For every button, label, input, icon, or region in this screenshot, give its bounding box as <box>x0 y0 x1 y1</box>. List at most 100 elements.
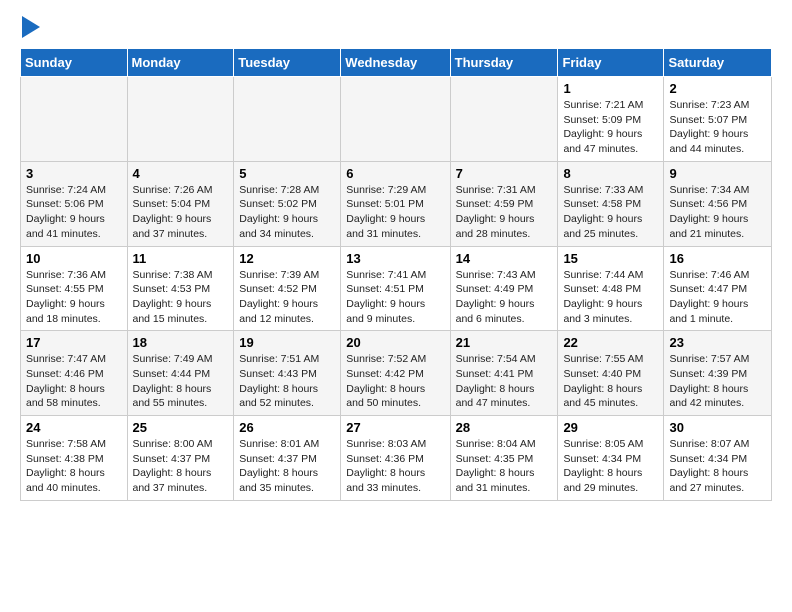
day-number: 17 <box>26 335 122 350</box>
day-number: 10 <box>26 251 122 266</box>
calendar-cell <box>234 77 341 162</box>
day-info: Sunrise: 7:43 AM Sunset: 4:49 PM Dayligh… <box>456 268 553 327</box>
calendar-cell: 9 Sunrise: 7:34 AM Sunset: 4:56 PM Daylig… <box>664 161 772 246</box>
calendar-cell: 23 Sunrise: 7:57 AM Sunset: 4:39 PM Dayli… <box>664 331 772 416</box>
calendar-cell: 11 Sunrise: 7:38 AM Sunset: 4:53 PM Dayli… <box>127 246 234 331</box>
day-info: Sunrise: 7:57 AM Sunset: 4:39 PM Dayligh… <box>669 352 766 411</box>
calendar-cell <box>450 77 558 162</box>
day-info: Sunrise: 7:33 AM Sunset: 4:58 PM Dayligh… <box>563 183 658 242</box>
day-number: 24 <box>26 420 122 435</box>
calendar-cell: 29 Sunrise: 8:05 AM Sunset: 4:34 PM Dayli… <box>558 416 664 501</box>
day-number: 27 <box>346 420 444 435</box>
day-info: Sunrise: 7:31 AM Sunset: 4:59 PM Dayligh… <box>456 183 553 242</box>
day-info: Sunrise: 8:01 AM Sunset: 4:37 PM Dayligh… <box>239 437 335 496</box>
day-number: 16 <box>669 251 766 266</box>
calendar-cell: 20 Sunrise: 7:52 AM Sunset: 4:42 PM Dayli… <box>341 331 450 416</box>
calendar-cell: 13 Sunrise: 7:41 AM Sunset: 4:51 PM Dayli… <box>341 246 450 331</box>
weekday-header-tuesday: Tuesday <box>234 49 341 77</box>
day-number: 22 <box>563 335 658 350</box>
calendar-cell: 2Sunrise: 7:23 AM Sunset: 5:07 PM Daylig… <box>664 77 772 162</box>
weekday-header-saturday: Saturday <box>664 49 772 77</box>
calendar-cell: 27 Sunrise: 8:03 AM Sunset: 4:36 PM Dayli… <box>341 416 450 501</box>
day-number: 15 <box>563 251 658 266</box>
day-info: Sunrise: 7:41 AM Sunset: 4:51 PM Dayligh… <box>346 268 444 327</box>
day-number: 20 <box>346 335 444 350</box>
day-info: Sunrise: 7:36 AM Sunset: 4:55 PM Dayligh… <box>26 268 122 327</box>
calendar-cell: 24 Sunrise: 7:58 AM Sunset: 4:38 PM Dayli… <box>21 416 128 501</box>
calendar-cell: 5Sunrise: 7:28 AM Sunset: 5:02 PM Daylig… <box>234 161 341 246</box>
calendar-cell: 26 Sunrise: 8:01 AM Sunset: 4:37 PM Dayli… <box>234 416 341 501</box>
day-info: Sunrise: 7:24 AM Sunset: 5:06 PM Dayligh… <box>26 183 122 242</box>
day-info: Sunrise: 7:58 AM Sunset: 4:38 PM Dayligh… <box>26 437 122 496</box>
day-info: Sunrise: 8:04 AM Sunset: 4:35 PM Dayligh… <box>456 437 553 496</box>
calendar-cell: 15 Sunrise: 7:44 AM Sunset: 4:48 PM Dayli… <box>558 246 664 331</box>
calendar-cell: 1Sunrise: 7:21 AM Sunset: 5:09 PM Daylig… <box>558 77 664 162</box>
day-number: 18 <box>133 335 229 350</box>
day-number: 9 <box>669 166 766 181</box>
calendar-cell: 22 Sunrise: 7:55 AM Sunset: 4:40 PM Dayli… <box>558 331 664 416</box>
calendar-cell: 12 Sunrise: 7:39 AM Sunset: 4:52 PM Dayli… <box>234 246 341 331</box>
weekday-header-monday: Monday <box>127 49 234 77</box>
calendar: SundayMondayTuesdayWednesdayThursdayFrid… <box>20 48 772 501</box>
weekday-header-row: SundayMondayTuesdayWednesdayThursdayFrid… <box>21 49 772 77</box>
weekday-header-friday: Friday <box>558 49 664 77</box>
day-info: Sunrise: 7:54 AM Sunset: 4:41 PM Dayligh… <box>456 352 553 411</box>
day-info: Sunrise: 7:51 AM Sunset: 4:43 PM Dayligh… <box>239 352 335 411</box>
day-number: 11 <box>133 251 229 266</box>
week-row-2: 3 Sunrise: 7:24 AM Sunset: 5:06 PM Daylig… <box>21 161 772 246</box>
calendar-cell: 10 Sunrise: 7:36 AM Sunset: 4:55 PM Dayli… <box>21 246 128 331</box>
calendar-cell: 14 Sunrise: 7:43 AM Sunset: 4:49 PM Dayli… <box>450 246 558 331</box>
day-info: Sunrise: 7:46 AM Sunset: 4:47 PM Dayligh… <box>669 268 766 327</box>
day-number: 6 <box>346 166 444 181</box>
calendar-cell <box>127 77 234 162</box>
day-number: 26 <box>239 420 335 435</box>
day-info: Sunrise: 8:05 AM Sunset: 4:34 PM Dayligh… <box>563 437 658 496</box>
day-info: Sunrise: 7:34 AM Sunset: 4:56 PM Dayligh… <box>669 183 766 242</box>
day-info: Sunrise: 7:28 AM Sunset: 5:02 PM Dayligh… <box>239 183 335 242</box>
day-number: 14 <box>456 251 553 266</box>
day-info: Sunrise: 7:52 AM Sunset: 4:42 PM Dayligh… <box>346 352 444 411</box>
weekday-header-sunday: Sunday <box>21 49 128 77</box>
logo-text <box>20 16 40 38</box>
day-number: 30 <box>669 420 766 435</box>
header <box>20 16 772 38</box>
calendar-cell: 6 Sunrise: 7:29 AM Sunset: 5:01 PM Daylig… <box>341 161 450 246</box>
day-number: 29 <box>563 420 658 435</box>
day-info: Sunrise: 7:26 AM Sunset: 5:04 PM Dayligh… <box>133 183 229 242</box>
day-info: Sunrise: 7:29 AM Sunset: 5:01 PM Dayligh… <box>346 183 444 242</box>
day-info: Sunrise: 7:39 AM Sunset: 4:52 PM Dayligh… <box>239 268 335 327</box>
day-info: Sunrise: 7:49 AM Sunset: 4:44 PM Dayligh… <box>133 352 229 411</box>
day-info: Sunrise: 7:47 AM Sunset: 4:46 PM Dayligh… <box>26 352 122 411</box>
day-number: 21 <box>456 335 553 350</box>
day-number: 28 <box>456 420 553 435</box>
day-number: 7 <box>456 166 553 181</box>
day-info: Sunrise: 7:38 AM Sunset: 4:53 PM Dayligh… <box>133 268 229 327</box>
calendar-cell: 7 Sunrise: 7:31 AM Sunset: 4:59 PM Daylig… <box>450 161 558 246</box>
calendar-cell: 16 Sunrise: 7:46 AM Sunset: 4:47 PM Dayli… <box>664 246 772 331</box>
day-number: 19 <box>239 335 335 350</box>
day-number: 2 <box>669 81 766 96</box>
day-info: Sunrise: 8:00 AM Sunset: 4:37 PM Dayligh… <box>133 437 229 496</box>
week-row-5: 24 Sunrise: 7:58 AM Sunset: 4:38 PM Dayli… <box>21 416 772 501</box>
calendar-cell: 18 Sunrise: 7:49 AM Sunset: 4:44 PM Dayli… <box>127 331 234 416</box>
day-number: 23 <box>669 335 766 350</box>
weekday-header-wednesday: Wednesday <box>341 49 450 77</box>
day-info: Sunrise: 8:03 AM Sunset: 4:36 PM Dayligh… <box>346 437 444 496</box>
page: SundayMondayTuesdayWednesdayThursdayFrid… <box>0 0 792 511</box>
day-info: Sunrise: 7:44 AM Sunset: 4:48 PM Dayligh… <box>563 268 658 327</box>
day-number: 25 <box>133 420 229 435</box>
day-number: 13 <box>346 251 444 266</box>
calendar-cell: 30Sunrise: 8:07 AM Sunset: 4:34 PM Dayli… <box>664 416 772 501</box>
day-number: 3 <box>26 166 122 181</box>
calendar-cell: 3 Sunrise: 7:24 AM Sunset: 5:06 PM Daylig… <box>21 161 128 246</box>
calendar-cell: 4Sunrise: 7:26 AM Sunset: 5:04 PM Daylig… <box>127 161 234 246</box>
day-info: Sunrise: 7:21 AM Sunset: 5:09 PM Dayligh… <box>563 98 658 157</box>
calendar-cell: 19 Sunrise: 7:51 AM Sunset: 4:43 PM Dayli… <box>234 331 341 416</box>
day-number: 12 <box>239 251 335 266</box>
week-row-3: 10 Sunrise: 7:36 AM Sunset: 4:55 PM Dayli… <box>21 246 772 331</box>
calendar-cell: 8 Sunrise: 7:33 AM Sunset: 4:58 PM Daylig… <box>558 161 664 246</box>
day-info: Sunrise: 7:55 AM Sunset: 4:40 PM Dayligh… <box>563 352 658 411</box>
day-number: 8 <box>563 166 658 181</box>
calendar-cell: 21 Sunrise: 7:54 AM Sunset: 4:41 PM Dayli… <box>450 331 558 416</box>
logo <box>20 16 40 38</box>
